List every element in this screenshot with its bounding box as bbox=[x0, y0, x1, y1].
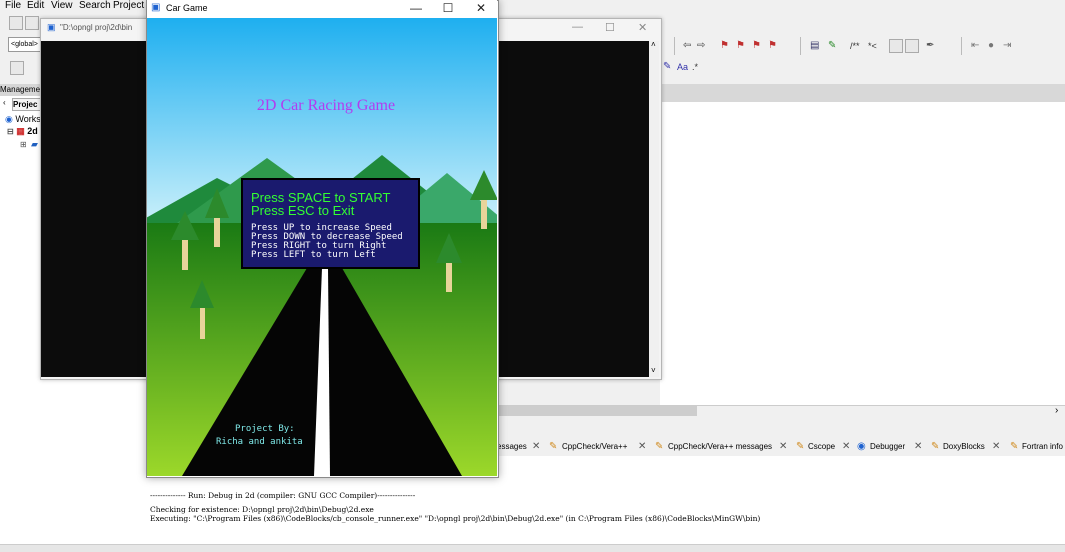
editor-hscroll-thumb[interactable] bbox=[497, 406, 697, 416]
workspace-icon: ◉ bbox=[5, 114, 13, 124]
jump-forward-icon[interactable]: ⇨ bbox=[697, 40, 705, 52]
credit-names: Richa and ankita bbox=[216, 437, 303, 447]
log-tab-doxyblocks[interactable]: DoxyBlocks bbox=[943, 442, 985, 451]
select-tool-icon[interactable] bbox=[10, 61, 24, 75]
bookmark-prev-icon[interactable]: ⚑ bbox=[736, 40, 745, 52]
doxy-config-icon[interactable]: ✒ bbox=[926, 40, 934, 52]
doxy-extract-icon[interactable]: ✎ bbox=[828, 40, 836, 52]
minimize-button[interactable]: — bbox=[401, 1, 431, 16]
project-icon: ▦ bbox=[16, 126, 25, 136]
game-heading: 2D Car Racing Game bbox=[257, 97, 395, 114]
tab-scroll-left-icon[interactable]: ‹ bbox=[3, 98, 6, 107]
jump-back-icon[interactable]: ⇦ bbox=[683, 40, 691, 52]
log-tab-messages[interactable]: essages bbox=[497, 442, 527, 451]
block-comment-icon[interactable]: /** bbox=[850, 40, 860, 52]
menu-file[interactable]: File bbox=[5, 0, 21, 12]
game-window-icon: ▣ bbox=[151, 2, 161, 13]
log-tab-cppcheck[interactable]: CppCheck/Vera++ bbox=[562, 442, 627, 451]
cppcheck-messages-icon: ✎ bbox=[655, 441, 664, 452]
close-button[interactable]: ✕ bbox=[466, 1, 496, 16]
line-comment-icon[interactable]: *< bbox=[868, 40, 877, 52]
open-file-icon[interactable] bbox=[25, 16, 39, 30]
maximize-button[interactable]: ☐ bbox=[433, 1, 463, 16]
cppcheck-icon: ✎ bbox=[549, 441, 558, 452]
game-canvas[interactable]: 2D Car Racing Game Press SPACE to START … bbox=[147, 18, 497, 476]
expand-icon[interactable]: ⊞ bbox=[20, 140, 27, 149]
workspace-node[interactable]: ◉ Works bbox=[5, 114, 41, 125]
new-file-icon[interactable] bbox=[9, 16, 23, 30]
exit-instruction: Press ESC to Exit bbox=[251, 203, 355, 218]
log-tab-debugger[interactable]: Debugger bbox=[870, 442, 905, 451]
left-instruction: Press LEFT to turn Left bbox=[251, 250, 376, 260]
project-node[interactable]: ⊟ ▦ 2d bbox=[7, 126, 38, 137]
folder-icon[interactable]: ▰ bbox=[31, 139, 38, 150]
console-window-title: "D:\opngl proj\2d\bin bbox=[60, 23, 133, 32]
console-vscroll[interactable] bbox=[649, 41, 659, 377]
doxy-wizard-icon[interactable]: ▤ bbox=[810, 40, 819, 52]
log-tab-cppcheck-messages[interactable]: CppCheck/Vera++ messages bbox=[668, 442, 772, 451]
menu-view[interactable]: View bbox=[51, 0, 73, 12]
console-minimize-button[interactable]: — bbox=[572, 21, 583, 33]
scroll-down-icon[interactable]: ˅ bbox=[651, 366, 656, 375]
toolbar-separator bbox=[674, 37, 675, 55]
game-window-title: Car Game bbox=[166, 3, 208, 13]
log-line: -------------- Run: Debug in 2d (compile… bbox=[150, 491, 416, 500]
log-line: Executing: "C:\Program Files (x86)\CodeB… bbox=[150, 514, 761, 523]
console-window-icon: ▣ bbox=[47, 22, 56, 32]
run-chm-icon[interactable] bbox=[905, 39, 919, 53]
close-icon[interactable]: ✕ bbox=[914, 441, 922, 452]
bookmark-clear-icon[interactable]: ⚑ bbox=[768, 40, 777, 52]
nav-dot-icon[interactable]: ● bbox=[988, 40, 994, 52]
scroll-right-icon[interactable]: › bbox=[1055, 405, 1058, 416]
workspace-label: Works bbox=[15, 114, 41, 124]
console-close-button[interactable]: ✕ bbox=[638, 21, 647, 34]
close-icon[interactable]: ✕ bbox=[638, 441, 646, 452]
bookmark-toggle-icon[interactable]: ⚑ bbox=[720, 40, 729, 52]
menu-search[interactable]: Search bbox=[79, 0, 111, 12]
expand-icon[interactable]: ⊟ bbox=[7, 127, 14, 136]
log-tab-cscope[interactable]: Cscope bbox=[808, 442, 835, 451]
cscope-icon: ✎ bbox=[796, 441, 805, 452]
close-icon[interactable]: ✕ bbox=[842, 441, 850, 452]
close-icon[interactable]: ✕ bbox=[779, 441, 787, 452]
menu-edit[interactable]: Edit bbox=[27, 0, 44, 12]
menu-project[interactable]: Project bbox=[113, 0, 144, 12]
scroll-up-icon[interactable]: ˄ bbox=[651, 40, 656, 49]
run-html-icon[interactable] bbox=[889, 39, 903, 53]
console-maximize-button[interactable]: ☐ bbox=[605, 21, 615, 34]
editor-tab-strip bbox=[660, 84, 1065, 103]
log-tab-fortran-info[interactable]: Fortran info bbox=[1022, 442, 1063, 451]
toolbar-separator bbox=[800, 37, 801, 55]
doxyblocks-icon: ✎ bbox=[931, 441, 940, 452]
credit-title: Project By: bbox=[235, 424, 295, 434]
nav-end-icon[interactable]: ⇥ bbox=[1003, 40, 1011, 52]
tab-projects[interactable]: Projec bbox=[12, 98, 42, 111]
editor-area[interactable] bbox=[660, 102, 1065, 405]
match-case-icon[interactable]: Aa bbox=[677, 61, 688, 73]
toolbar-separator bbox=[961, 37, 962, 55]
search-next-icon[interactable]: ✎ bbox=[663, 61, 671, 73]
regex-icon[interactable]: .* bbox=[692, 61, 698, 73]
project-label: 2d bbox=[27, 126, 38, 136]
close-icon[interactable]: ✕ bbox=[532, 441, 540, 452]
management-title: Managemen bbox=[0, 84, 40, 96]
bookmark-next-icon[interactable]: ⚑ bbox=[752, 40, 761, 52]
close-icon[interactable]: ✕ bbox=[992, 441, 1000, 452]
debugger-icon: ◉ bbox=[857, 441, 866, 452]
nav-start-icon[interactable]: ⇤ bbox=[971, 40, 979, 52]
fortran-icon: ✎ bbox=[1010, 441, 1019, 452]
log-line: Checking for existence: D:\opngl proj\2d… bbox=[150, 505, 374, 514]
